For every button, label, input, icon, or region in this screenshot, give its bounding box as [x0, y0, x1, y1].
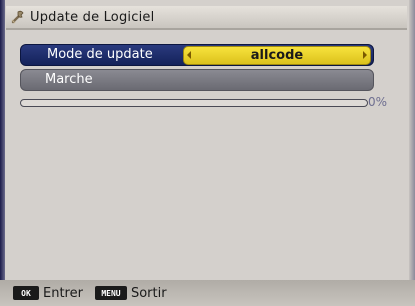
menu-item-label: Marche — [45, 72, 93, 87]
progress-bar — [20, 99, 368, 107]
menu-item-start[interactable]: Marche — [20, 69, 374, 91]
footer-key-hints: OK Entrer MENU Sortir — [0, 280, 415, 306]
update-mode-selector[interactable]: allcode — [183, 46, 371, 65]
page-title: Update de Logiciel — [30, 9, 155, 25]
title-bar: Update de Logiciel — [6, 6, 407, 30]
ok-hint-label: Entrer — [43, 285, 83, 301]
screen-left-edge — [0, 0, 5, 306]
arrow-left-icon[interactable] — [187, 51, 191, 59]
menu-item-label: Mode de update — [47, 47, 153, 62]
menu-hint-label: Sortir — [130, 285, 167, 301]
update-mode-value: allcode — [250, 48, 304, 63]
arrow-right-icon[interactable] — [363, 51, 367, 59]
screen-right-edge — [409, 0, 415, 306]
progress-percent: 0% — [368, 95, 388, 109]
osd-screen: Update de Logiciel Mode de update allcod… — [0, 0, 415, 306]
menu-item-update-mode[interactable]: Mode de update allcode — [20, 44, 374, 66]
wrench-icon — [9, 8, 27, 26]
ok-key-icon: OK — [13, 286, 39, 300]
menu-key-icon: MENU — [94, 286, 127, 300]
